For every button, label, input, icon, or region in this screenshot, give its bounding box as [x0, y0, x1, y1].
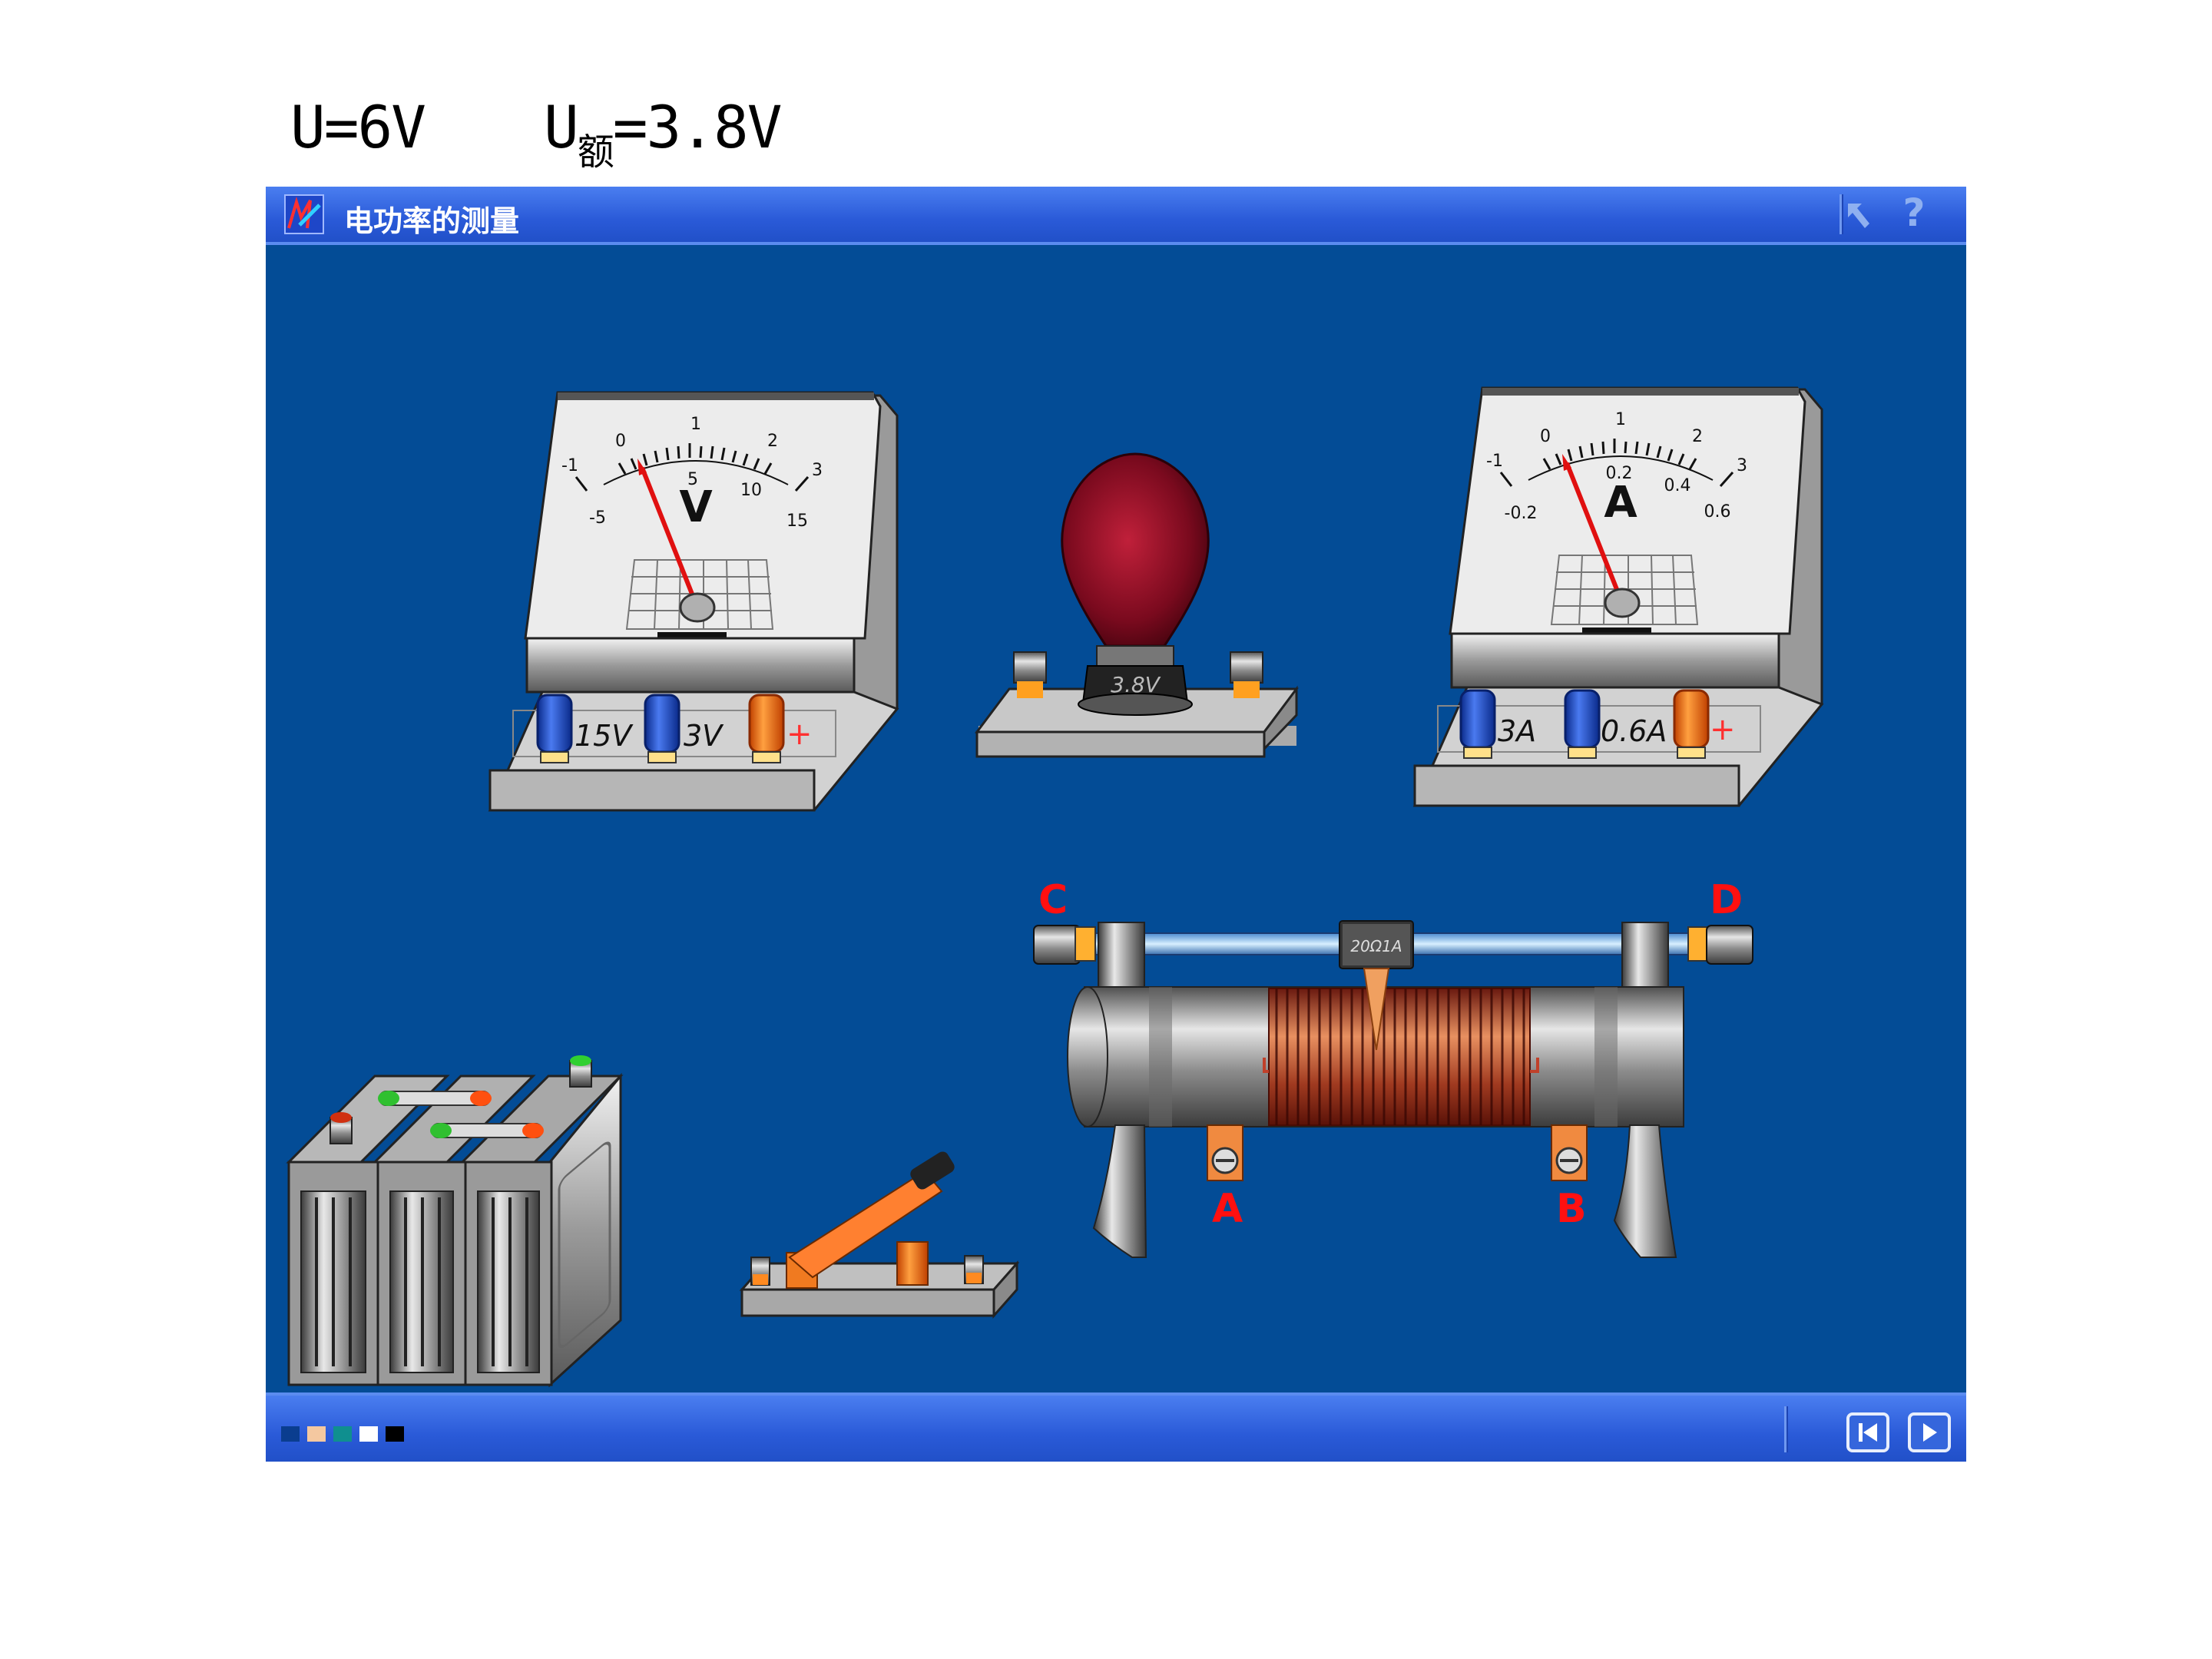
rheostat-rating-label: 20Ω1A — [1350, 937, 1402, 955]
voltmeter-scale-neg-top: -1 — [561, 456, 578, 475]
voltmeter-scale-top-1: 1 — [690, 415, 701, 434]
rated-voltage-text: U额=3.8V — [544, 93, 783, 174]
app-logo-icon — [284, 194, 324, 234]
ammeter-scale-bottom-2: 0.6 — [1704, 502, 1731, 522]
app-window: 电功率的测量 ? 0 1 2 3 -1 5 10 15 -5 V 15V 3V … — [266, 187, 1966, 1462]
terminal-b-post[interactable] — [1551, 1124, 1588, 1181]
terminal-a-post[interactable] — [1207, 1124, 1243, 1181]
bulb-rating-label: 3.8V — [1111, 672, 1161, 697]
terminal-a-label: A — [1212, 1186, 1243, 1232]
terminal-c-label: C — [1038, 877, 1068, 923]
voltmeter-scale-neg-bottom: -5 — [589, 508, 606, 528]
voltmeter-terminal-plus-label: + — [786, 717, 813, 752]
terminal-d-post[interactable] — [1706, 925, 1753, 965]
ammeter-scale-top-3: 3 — [1737, 456, 1747, 475]
supply-voltage-text: U=6V — [290, 93, 426, 161]
ammeter-scale-neg-bottom: -0.2 — [1505, 504, 1538, 523]
terminal-b-label: B — [1556, 1186, 1587, 1232]
bottombar-divider — [1784, 1406, 1788, 1452]
voltmeter-scale-bottom-2: 10 — [740, 481, 762, 500]
battery-pack[interactable] — [286, 1055, 624, 1388]
voltmeter-scale-top-2: 2 — [767, 432, 778, 451]
title-bar: 电功率的测量 ? — [266, 187, 1966, 245]
ammeter-terminal-plus-label: + — [1710, 712, 1736, 747]
color-swatch-black[interactable] — [386, 1426, 404, 1442]
ammeter-scale-top-1: 1 — [1615, 410, 1626, 429]
pointer-arrow-icon[interactable] — [1839, 193, 1882, 236]
ammeter-scale-top-2: 2 — [1692, 427, 1703, 446]
voltmeter-pivot — [679, 592, 716, 623]
voltmeter-scale-top-0: 0 — [615, 432, 626, 451]
window-title: 电功率的测量 — [344, 204, 520, 238]
terminal-d-label: D — [1710, 877, 1743, 923]
bottom-bar — [266, 1392, 1966, 1462]
ammeter-unit-label: A — [1604, 478, 1637, 528]
help-icon[interactable]: ? — [1892, 190, 1936, 236]
ammeter-pivot — [1604, 588, 1641, 618]
color-swatch-white[interactable] — [359, 1426, 378, 1442]
voltmeter-terminal-15v-label: 15V — [575, 719, 634, 753]
ammeter-scale-bottom-1: 0.4 — [1664, 476, 1691, 495]
voltmeter-terminal-3v-label: 3V — [684, 719, 724, 753]
ammeter-terminal-3a-label: 3A — [1498, 714, 1536, 748]
experiment-stage: 0 1 2 3 -1 5 10 15 -5 V 15V 3V + 3.8V 0 … — [266, 245, 1966, 1396]
ammeter-scale-neg-top: -1 — [1486, 452, 1503, 471]
ammeter-scale-top-0: 0 — [1540, 427, 1551, 446]
voltmeter-scale-bottom-3: 15 — [786, 512, 808, 531]
color-swatch-navy[interactable] — [281, 1426, 300, 1442]
color-swatch-teal[interactable] — [333, 1426, 352, 1442]
ammeter-terminal-0-6a-label: 0.6A — [1601, 714, 1667, 748]
voltmeter-scale-top-3: 3 — [812, 461, 823, 480]
terminal-c-post[interactable] — [1033, 925, 1081, 965]
skip-back-icon[interactable] — [1846, 1412, 1889, 1452]
play-next-icon[interactable] — [1908, 1412, 1951, 1452]
voltmeter-unit-label: V — [679, 482, 713, 532]
rheostat[interactable]: 20Ω1A — [1033, 920, 1753, 1258]
knife-switch[interactable] — [739, 1149, 1020, 1319]
color-swatch-peach[interactable] — [307, 1426, 326, 1442]
